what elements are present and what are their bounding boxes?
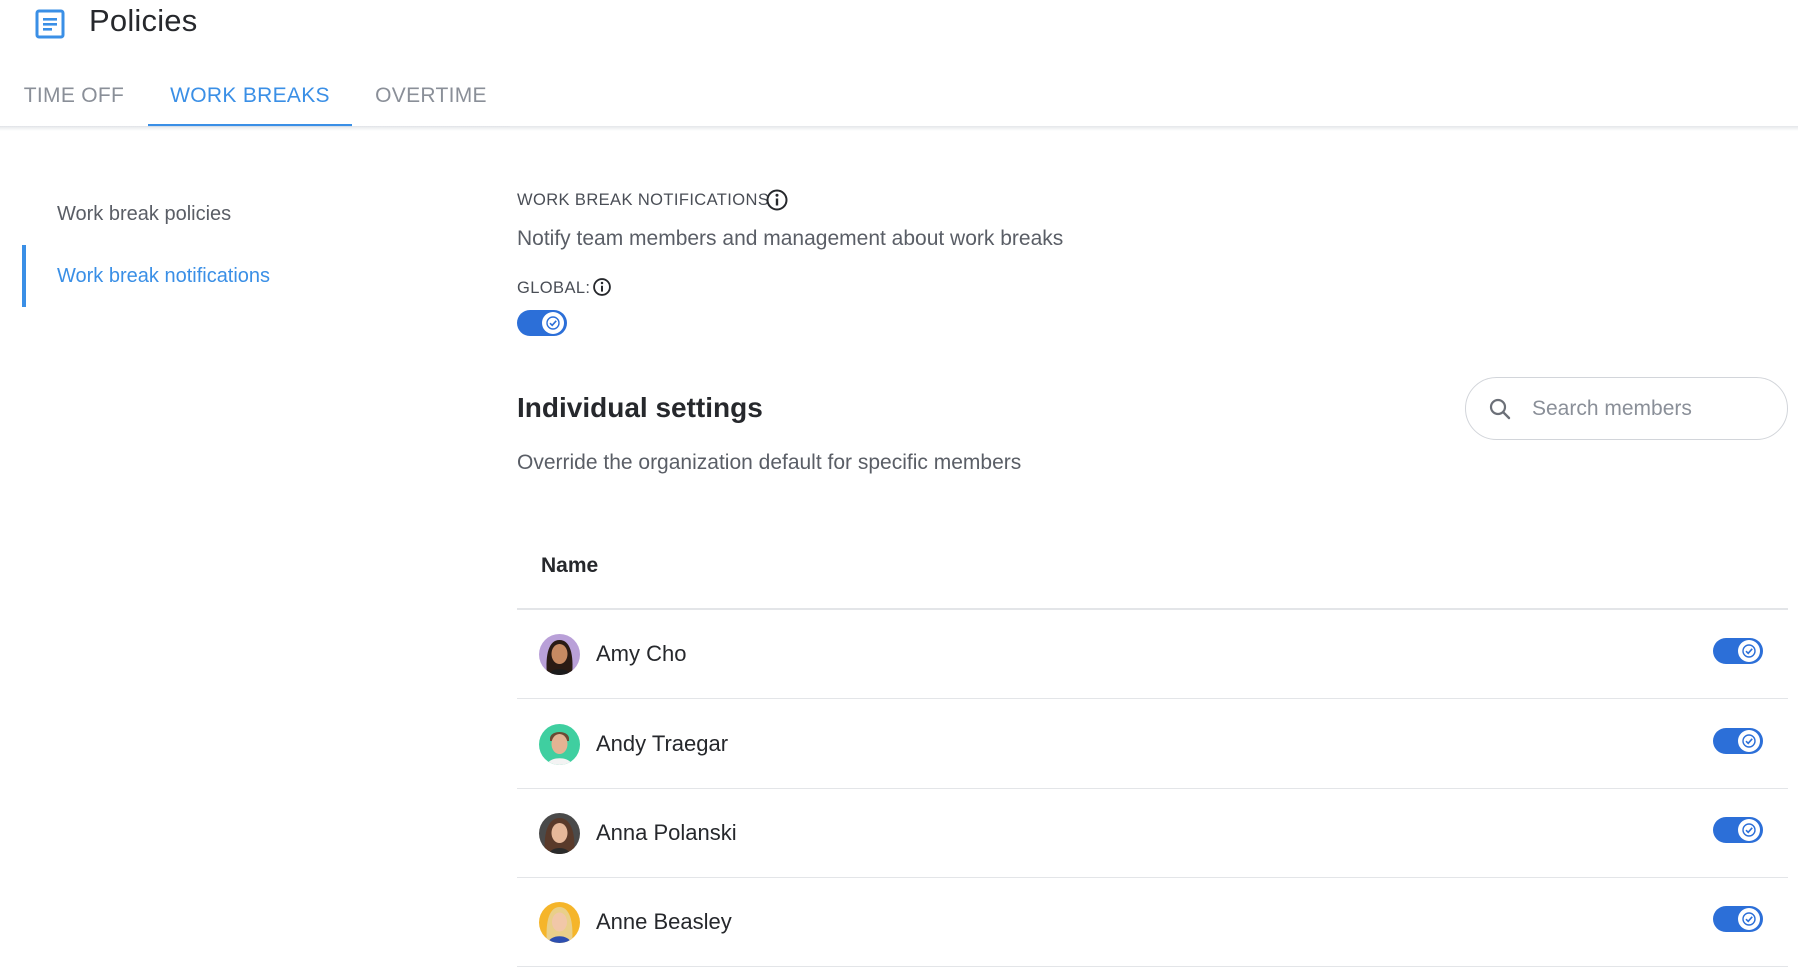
- member-toggle[interactable]: [1713, 638, 1763, 664]
- member-name: Anna Polanski: [596, 820, 737, 845]
- individual-settings-title: Individual settings: [517, 392, 763, 423]
- check-icon: [1742, 734, 1756, 748]
- check-icon: [1742, 644, 1756, 658]
- table-header-name: Name: [541, 554, 599, 577]
- toggle-knob: [1738, 640, 1760, 662]
- document-icon: [35, 9, 65, 39]
- global-info-icon[interactable]: [592, 277, 612, 297]
- policy-tabs: TIME OFF WORK BREAKS OVERTIME: [0, 68, 510, 126]
- avatar: [539, 813, 580, 854]
- section-description: Notify team members and management about…: [517, 227, 1064, 250]
- avatar: [539, 902, 580, 943]
- toggle-knob: [1738, 908, 1760, 930]
- avatar: [539, 634, 580, 675]
- sidebar-active-indicator: [22, 245, 26, 307]
- table-row: Anna Polanski: [517, 789, 1788, 878]
- page-header: Policies TIME OFF WORK BREAKS OVERTIME: [0, 0, 1798, 127]
- member-toggle[interactable]: [1713, 906, 1763, 932]
- section-label: WORK BREAK NOTIFICATIONS: [517, 191, 770, 209]
- avatar: [539, 724, 580, 765]
- check-icon: [1742, 912, 1756, 926]
- page-title: Policies: [89, 3, 198, 38]
- header-shadow: [0, 126, 1798, 131]
- member-toggle[interactable]: [1713, 817, 1763, 843]
- member-toggle[interactable]: [1713, 728, 1763, 754]
- toggle-knob: [1738, 819, 1760, 841]
- member-name: Anne Beasley: [596, 909, 732, 934]
- sidebar-item-work-break-policies[interactable]: Work break policies: [57, 203, 231, 226]
- sidebar-item-work-break-notifications[interactable]: Work break notifications: [57, 265, 270, 288]
- tab-time-off[interactable]: TIME OFF: [0, 68, 148, 126]
- global-label: GLOBAL:: [517, 279, 591, 297]
- search-box: [1465, 377, 1788, 440]
- check-icon: [546, 316, 560, 330]
- info-icon[interactable]: [765, 188, 789, 212]
- table-row: Andy Traegar: [517, 700, 1788, 789]
- tab-overtime[interactable]: OVERTIME: [352, 68, 510, 126]
- search-input[interactable]: [1530, 390, 1770, 428]
- member-name: Amy Cho: [596, 641, 687, 666]
- member-name: Andy Traegar: [596, 731, 729, 756]
- search-icon: [1489, 398, 1511, 420]
- toggle-knob: [542, 312, 564, 334]
- table-row: Anne Beasley: [517, 878, 1788, 967]
- toggle-knob: [1738, 730, 1760, 752]
- check-icon: [1742, 823, 1756, 837]
- individual-settings-description: Override the organization default for sp…: [517, 451, 1022, 474]
- global-toggle[interactable]: [517, 310, 567, 336]
- tab-work-breaks[interactable]: WORK BREAKS: [148, 68, 352, 126]
- table-row: Amy Cho: [517, 610, 1788, 699]
